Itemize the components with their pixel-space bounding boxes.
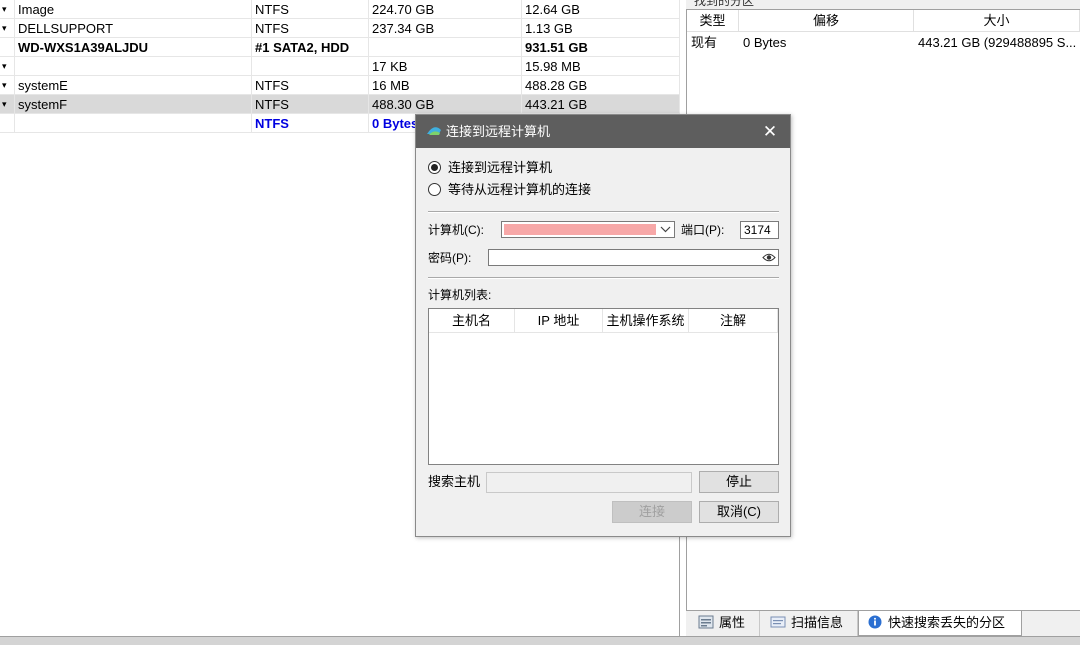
size-value: 931.51 GB: [522, 38, 680, 57]
size-value: 1.13 GB: [522, 19, 680, 38]
divider: [428, 211, 779, 213]
offset-value: 237.34 GB: [369, 19, 522, 38]
partition-name: DELLSUPPORT: [15, 19, 252, 38]
disk-name: WD-WXS1A39ALJDU: [15, 38, 252, 57]
table-row[interactable]: ▾ systemE NTFS 16 MB 488.28 GB: [0, 76, 680, 95]
panel-header-strip: 找到的分区: [686, 0, 1080, 10]
partition-type[interactable]: 现有: [687, 33, 739, 53]
cancel-button[interactable]: 取消(C): [699, 501, 779, 523]
tab-label: 快速搜索丢失的分区: [888, 615, 1006, 630]
computer-combobox[interactable]: [501, 221, 675, 238]
size-value: 488.28 GB: [522, 76, 680, 95]
partition-size[interactable]: 443.21 GB (929488895 S...: [914, 33, 1080, 53]
column-header-notes[interactable]: 注解: [689, 309, 778, 333]
size-value: 443.21 GB: [522, 95, 680, 114]
computer-list-label: 计算机列表:: [428, 288, 492, 302]
expand-toggle[interactable]: ▾: [0, 0, 15, 19]
port-label: 端口(P):: [681, 223, 725, 237]
file-system: NTFS: [252, 0, 369, 19]
port-input[interactable]: 3174: [740, 221, 779, 239]
file-system: NTFS: [252, 76, 369, 95]
radio-label: 等待从远程计算机的连接: [448, 182, 592, 197]
size-value: 12.64 GB: [522, 0, 680, 19]
tab-label: 扫描信息: [791, 615, 844, 630]
radio-label: 连接到远程计算机: [448, 160, 553, 175]
expand-toggle[interactable]: ▾: [0, 57, 15, 76]
expand-toggle[interactable]: ▾: [0, 95, 15, 114]
tab-properties[interactable]: 属性: [690, 611, 760, 636]
divider: [428, 277, 779, 279]
disk-interface: #1 SATA2, HDD: [252, 38, 369, 57]
offset-value: 17 KB: [369, 57, 522, 76]
table-row[interactable]: ▾ Image NTFS 224.70 GB 12.64 GB: [0, 0, 680, 19]
table-row[interactable]: ▾ DELLSUPPORT NTFS 237.34 GB 1.13 GB: [0, 19, 680, 38]
radio-wait-for-connection[interactable]: 等待从远程计算机的连接: [428, 181, 728, 199]
radio-button-selected[interactable]: [428, 161, 441, 174]
computer-label: 计算机(C):: [428, 223, 484, 237]
expand-toggle[interactable]: ▾: [0, 19, 15, 38]
panel-header-label: 找到的分区: [694, 0, 755, 8]
partition-offset[interactable]: 0 Bytes: [739, 33, 914, 53]
dialog-titlebar[interactable]: 连接到远程计算机 ✕: [416, 115, 790, 148]
offset-value: 16 MB: [369, 76, 522, 95]
tab-label: 属性: [719, 615, 746, 630]
connect-button[interactable]: 连接: [612, 501, 692, 523]
radio-button[interactable]: [428, 183, 441, 196]
tab-quick-search[interactable]: 快速搜索丢失的分区: [858, 611, 1022, 636]
file-system: NTFS: [252, 95, 369, 114]
partition-name: systemF: [15, 95, 252, 114]
file-system: NTFS: [252, 114, 369, 133]
computer-field-value: [504, 224, 656, 235]
panel-tab-bar: 属性 扫描信息 快速搜索丢失的分区: [686, 610, 1080, 636]
status-strip: [0, 636, 1080, 645]
scan-info-icon: [770, 616, 786, 628]
column-header-type[interactable]: 类型: [687, 10, 739, 32]
computer-list[interactable]: 主机名 IP 地址 主机操作系统 注解: [428, 308, 779, 465]
eye-icon[interactable]: [762, 252, 776, 263]
tab-scan-info[interactable]: 扫描信息: [762, 611, 858, 636]
password-input[interactable]: [488, 249, 779, 266]
search-host-progress: [486, 472, 692, 493]
partition-name: Image: [15, 0, 252, 19]
offset-value: 224.70 GB: [369, 0, 522, 19]
stop-button[interactable]: 停止: [699, 471, 779, 493]
file-system: [252, 57, 369, 76]
column-header-offset[interactable]: 偏移: [739, 10, 914, 32]
expand-toggle[interactable]: [0, 114, 15, 133]
column-header-hostname[interactable]: 主机名: [429, 309, 515, 333]
search-host-label: 搜索主机: [428, 474, 481, 489]
expand-toggle[interactable]: ▾: [0, 76, 15, 95]
column-header-size[interactable]: 大小: [914, 10, 1080, 32]
connect-remote-dialog: 连接到远程计算机 ✕ 连接到远程计算机 等待从远程计算机的连接 计算机(C): …: [415, 114, 791, 537]
size-value: 15.98 MB: [522, 57, 680, 76]
column-header-os[interactable]: 主机操作系统: [603, 309, 689, 333]
close-icon[interactable]: ✕: [750, 115, 790, 148]
partition-name: [15, 57, 252, 76]
table-row[interactable]: ▾ 17 KB 15.98 MB: [0, 57, 680, 76]
file-system: NTFS: [252, 19, 369, 38]
column-header-ip[interactable]: IP 地址: [515, 309, 603, 333]
expand-toggle[interactable]: [0, 38, 15, 57]
table-row[interactable]: WD-WXS1A39ALJDU #1 SATA2, HDD 931.51 GB: [0, 38, 680, 57]
properties-icon: [698, 615, 714, 629]
partition-name: systemE: [15, 76, 252, 95]
app-logo-icon: [427, 127, 441, 135]
offset-value: 488.30 GB: [369, 95, 522, 114]
radio-connect-to-remote[interactable]: 连接到远程计算机: [428, 159, 728, 177]
table-row-selected[interactable]: ▾ systemF NTFS 488.30 GB 443.21 GB: [0, 95, 680, 114]
password-label: 密码(P):: [428, 251, 472, 265]
partition-name: [15, 114, 252, 133]
dialog-title: 连接到远程计算机: [446, 124, 551, 139]
chevron-down-icon[interactable]: [657, 222, 674, 237]
info-icon: [868, 615, 882, 629]
offset-value: [369, 38, 522, 57]
